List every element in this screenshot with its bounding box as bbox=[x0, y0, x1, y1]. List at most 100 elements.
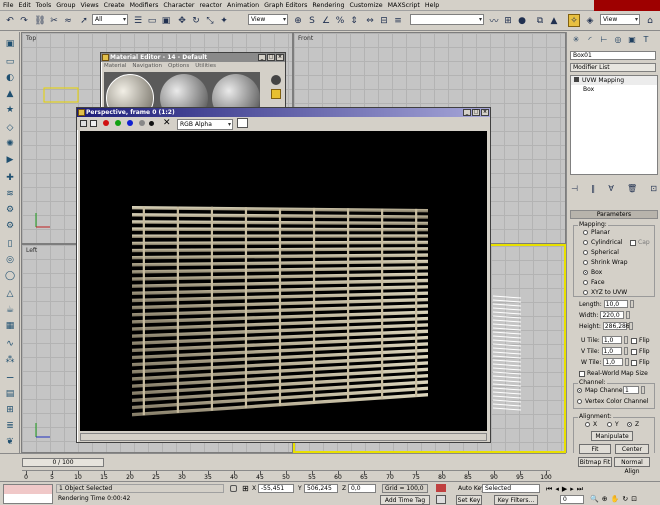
clone-window-icon[interactable] bbox=[90, 120, 97, 127]
menu-item-character[interactable]: Character bbox=[163, 2, 194, 9]
select-rotate-icon[interactable]: ↻ bbox=[190, 14, 202, 27]
window-crossing-icon[interactable]: ▣ bbox=[160, 14, 172, 27]
configure-sets-icon[interactable]: ⊡ bbox=[650, 184, 657, 196]
menu-item-help[interactable]: Help bbox=[425, 2, 439, 9]
manipulate-button[interactable]: Manipulate bbox=[591, 431, 633, 441]
mapping-shrinkwrap-radio[interactable]: Shrink Wrap bbox=[583, 259, 628, 266]
spinner-value[interactable]: 1 bbox=[623, 386, 639, 394]
select-link-icon[interactable]: ⛓ bbox=[34, 14, 46, 27]
align-y-radio[interactable]: Y bbox=[607, 421, 619, 428]
wflip-checkbox[interactable]: Flip bbox=[631, 359, 650, 366]
center-button[interactable]: Center bbox=[615, 444, 649, 454]
render-view-dropdown[interactable]: View bbox=[600, 14, 640, 25]
normal-align-button[interactable]: Normal Align bbox=[614, 457, 650, 475]
object-name-field[interactable]: Box01 bbox=[570, 51, 656, 60]
selection-filter-dropdown[interactable]: All bbox=[92, 14, 128, 25]
render-close-icon[interactable]: × bbox=[481, 109, 489, 116]
sample-type-icon[interactable] bbox=[271, 75, 281, 85]
height-spinner[interactable]: Height: 286,286 bbox=[579, 322, 633, 330]
motion-tab-icon[interactable]: ◎ bbox=[612, 34, 624, 46]
menu-item-graph-editors[interactable]: Graph Editors bbox=[264, 2, 307, 9]
material-editor-window[interactable]: Material Editor - 14 - Default _ □ × Mat… bbox=[100, 52, 286, 110]
quick-render-icon[interactable]: ▲ bbox=[548, 14, 560, 27]
parameters-rollout-header[interactable]: Parameters bbox=[570, 210, 658, 219]
curve-editor-icon[interactable]: 〰 bbox=[488, 14, 500, 27]
viewport-label-top[interactable]: Top bbox=[26, 35, 36, 42]
snap-toggle-icon[interactable]: S bbox=[306, 14, 318, 27]
modify-tab-icon[interactable]: ◜ bbox=[584, 34, 596, 46]
modifier-list-dropdown[interactable]: Modifier List bbox=[570, 63, 656, 72]
pin-stack-icon[interactable]: ⊣ bbox=[571, 184, 578, 196]
maximize-viewport-icon[interactable]: ⊡ bbox=[631, 495, 637, 503]
bind-spacewarp-icon[interactable]: ≈ bbox=[62, 14, 74, 27]
make-unique-icon[interactable]: ∀ bbox=[608, 184, 613, 196]
tool-cone-icon[interactable]: ▲ bbox=[4, 88, 16, 100]
select-object-icon[interactable]: ➚ bbox=[78, 14, 90, 27]
backlight-icon[interactable] bbox=[271, 89, 281, 99]
track-bar[interactable]: 0 5 10 15 20 25 30 35 40 45 50 55 60 65 70 75 80 85 90 95 10… bbox=[22, 470, 552, 481]
x-coordinate-field[interactable]: -55,451 bbox=[258, 484, 294, 493]
viewport-label-front[interactable]: Front bbox=[298, 35, 313, 42]
render-type-icon[interactable]: ◈ bbox=[584, 14, 596, 27]
real-world-map-checkbox[interactable]: Real-World Map Size bbox=[579, 370, 648, 377]
render-hscroll[interactable] bbox=[80, 433, 487, 441]
material-slot-1[interactable] bbox=[106, 74, 154, 108]
spinner-arrows[interactable] bbox=[629, 300, 634, 308]
render-maximize-icon[interactable]: □ bbox=[472, 109, 480, 116]
show-end-result-icon[interactable]: ‖ bbox=[591, 184, 595, 196]
redo-icon[interactable]: ↷ bbox=[18, 14, 30, 27]
align-icon[interactable]: ⊟ bbox=[378, 14, 390, 27]
mapping-box-radio[interactable]: Box bbox=[583, 269, 602, 276]
menu-item-group[interactable]: Group bbox=[56, 2, 75, 9]
reference-coordinate-dropdown[interactable]: View bbox=[248, 14, 288, 25]
spinner-arrows[interactable] bbox=[641, 386, 645, 394]
percent-snap-icon[interactable]: % bbox=[334, 14, 346, 27]
vertex-color-radio[interactable]: Vertex Color Channel bbox=[577, 398, 648, 405]
layer-manager-icon[interactable]: ≡ bbox=[392, 14, 404, 27]
mat-menu-navigation[interactable]: Navigation bbox=[132, 63, 162, 69]
pan-icon[interactable]: ✋ bbox=[611, 495, 620, 503]
unlink-icon[interactable]: ✂ bbox=[48, 14, 60, 27]
tool-nurbs-icon[interactable]: ∿ bbox=[4, 338, 16, 350]
color-swatch[interactable] bbox=[237, 118, 248, 128]
render-scene-icon[interactable]: ⧉ bbox=[534, 14, 546, 27]
select-scale-icon[interactable]: ⤡ bbox=[204, 14, 216, 27]
play-icon[interactable]: ▶ bbox=[562, 485, 567, 494]
tool-foliage-icon[interactable]: ❦ bbox=[4, 436, 16, 448]
spinner-arrows[interactable] bbox=[623, 336, 628, 344]
menu-item-create[interactable]: Create bbox=[104, 2, 125, 9]
tool-shape-icon[interactable]: ◇ bbox=[4, 122, 16, 134]
fit-button[interactable]: Fit bbox=[579, 444, 611, 454]
alpha-channel-icon[interactable] bbox=[139, 120, 145, 126]
undo-icon[interactable]: ↶ bbox=[4, 14, 16, 27]
auto-key-label[interactable]: Auto Key bbox=[458, 485, 485, 492]
tool-stair-icon[interactable]: ≣ bbox=[4, 420, 16, 432]
menu-item-tools[interactable]: Tools bbox=[36, 2, 52, 9]
tool-bone-icon[interactable]: ⚊ bbox=[4, 370, 16, 382]
material-editor-titlebar[interactable]: Material Editor - 14 - Default _ □ × bbox=[101, 53, 285, 62]
mat-menu-utilities[interactable]: Utilities bbox=[195, 63, 216, 69]
schematic-view-icon[interactable]: ⊞ bbox=[502, 14, 514, 27]
tool-door-icon[interactable]: ▤ bbox=[4, 388, 16, 400]
blue-channel-icon[interactable] bbox=[127, 120, 133, 126]
angle-snap-icon[interactable]: ∠ bbox=[320, 14, 332, 27]
named-selection-dropdown[interactable] bbox=[410, 14, 484, 25]
align-x-radio[interactable]: X bbox=[585, 421, 597, 428]
mat-menu-options[interactable]: Options bbox=[168, 63, 189, 69]
next-frame-icon[interactable]: ▸ bbox=[570, 485, 574, 494]
remove-modifier-icon[interactable]: 🗑 bbox=[627, 184, 637, 196]
align-z-radio[interactable]: Z bbox=[627, 421, 639, 428]
y-coordinate-field[interactable]: 506,245 bbox=[304, 484, 338, 493]
prev-frame-icon[interactable]: ◂ bbox=[555, 485, 559, 494]
render-frame-window[interactable]: Perspective, frame 0 (1:2) _ □ × ✕ RGB A… bbox=[76, 107, 491, 443]
absolute-mode-icon[interactable]: ⊞ bbox=[242, 484, 249, 493]
mat-close-icon[interactable]: × bbox=[276, 54, 284, 61]
tool-sphere-icon[interactable]: ◐ bbox=[4, 72, 16, 84]
z-coordinate-field[interactable]: 0,0 bbox=[348, 484, 376, 493]
cap-checkbox[interactable]: Cap bbox=[630, 239, 650, 246]
stack-item-box[interactable]: Box bbox=[571, 85, 657, 94]
mapping-spherical-radio[interactable]: Spherical bbox=[583, 249, 619, 256]
mat-menu-material[interactable]: Material bbox=[104, 63, 126, 69]
spinner-value[interactable]: 1,0 bbox=[601, 336, 622, 344]
mat-maximize-icon[interactable]: □ bbox=[267, 54, 275, 61]
